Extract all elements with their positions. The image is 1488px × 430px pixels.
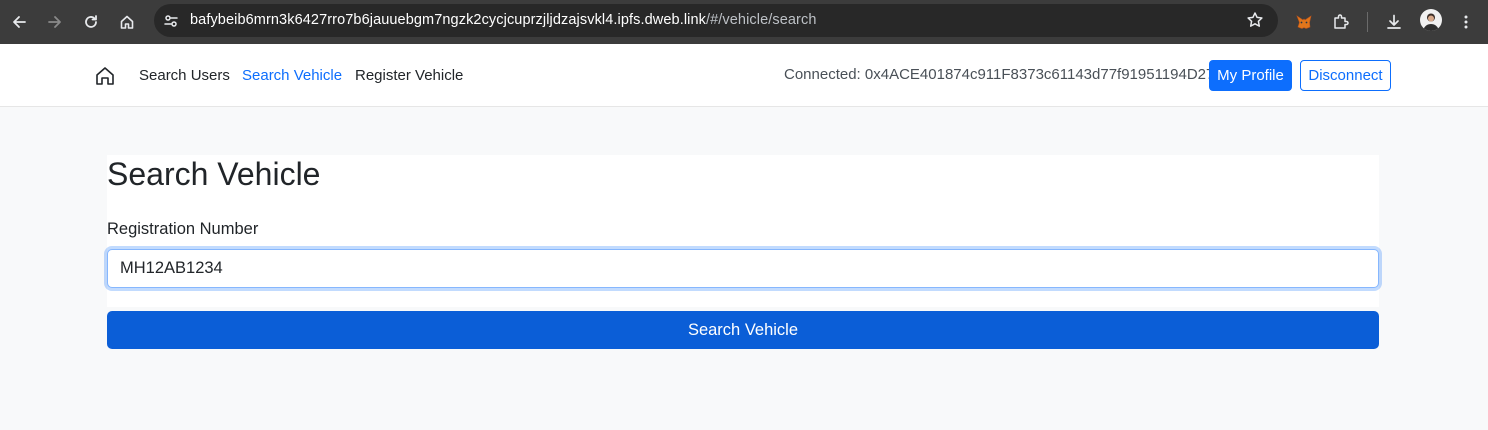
star-icon[interactable] [1246, 11, 1264, 29]
page-title: Search Vehicle [107, 156, 321, 192]
registration-number-label: Registration Number [107, 220, 259, 238]
forward-arrow-icon[interactable] [41, 8, 69, 36]
app-navbar: Search Users Search Vehicle Register Veh… [0, 44, 1488, 107]
home-icon[interactable] [113, 8, 141, 36]
nav-link-register-vehicle[interactable]: Register Vehicle [355, 67, 463, 84]
connected-wallet-address: Connected: 0x4ACE401874c911F8373c61143d7… [784, 66, 1215, 83]
back-arrow-icon[interactable] [5, 8, 33, 36]
url-text: bafybeib6mrn3k6427rro7b6jauuebgm7ngzk2cy… [190, 12, 817, 28]
toolbar-divider [1367, 12, 1368, 32]
address-bar[interactable]: bafybeib6mrn3k6427rro7b6jauuebgm7ngzk2cy… [154, 4, 1278, 37]
url-path: /#/vehicle/search [705, 12, 817, 28]
metamask-fox-icon[interactable] [1290, 8, 1318, 36]
browser-toolbar: bafybeib6mrn3k6427rro7b6jauuebgm7ngzk2cy… [0, 0, 1488, 44]
extensions-icon[interactable] [1327, 8, 1355, 36]
download-icon[interactable] [1380, 8, 1408, 36]
nav-link-search-vehicle[interactable]: Search Vehicle [242, 67, 342, 84]
registration-number-input[interactable] [107, 249, 1379, 288]
site-info-icon[interactable] [162, 12, 180, 30]
disconnect-button[interactable]: Disconnect [1300, 60, 1391, 91]
reload-icon[interactable] [77, 8, 105, 36]
url-host: bafybeib6mrn3k6427rro7b6jauuebgm7ngzk2cy… [190, 12, 706, 28]
nav-link-search-users[interactable]: Search Users [139, 67, 230, 84]
search-vehicle-button[interactable]: Search Vehicle [107, 311, 1379, 349]
my-profile-button[interactable]: My Profile [1209, 60, 1292, 91]
more-vertical-icon[interactable] [1452, 8, 1480, 36]
home-icon[interactable] [94, 65, 116, 87]
avatar[interactable] [1420, 9, 1442, 31]
